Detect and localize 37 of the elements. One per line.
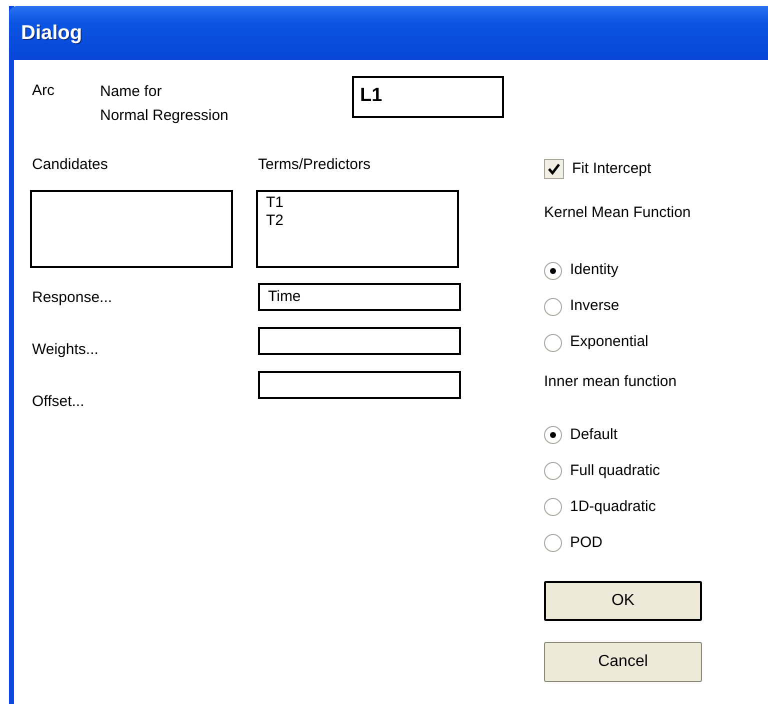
radio-label: POD [570,532,603,553]
app-label: Arc [32,81,56,101]
radio-button[interactable] [544,534,562,552]
radio-button[interactable] [544,298,562,316]
radio-button[interactable] [544,426,562,444]
radio-button[interactable] [544,462,562,480]
group-label: Inner mean function [544,372,678,392]
text-field[interactable]: Time [258,283,461,311]
radio-label: Exponential [570,332,648,352]
text-field[interactable] [258,327,461,355]
terms-label: Terms/Predictors [258,155,371,175]
group-label: Kernel Mean Function [544,203,692,223]
checkbox-label: Fit Intercept [572,158,652,179]
field-label: Response... [32,288,114,308]
radio-label: Identity [570,260,618,280]
radio-button[interactable] [544,262,562,280]
radio-label: Inverse [570,296,620,316]
list-item[interactable]: T1 [266,194,449,212]
candidates-label: Candidates [32,155,109,175]
text-field[interactable] [258,371,461,399]
check-icon [547,162,561,176]
candidates-list[interactable] [30,190,233,268]
checkbox[interactable] [544,159,564,179]
list-item[interactable]: T2 [266,212,449,230]
field-label: Offset... [32,392,86,412]
field-label: Weights... [32,340,100,360]
radio-button[interactable] [544,334,562,352]
terms-list[interactable]: T1 T2 [256,190,459,268]
radio-label: Full quadratic [570,460,660,481]
radio-button[interactable] [544,498,562,516]
radio-label: 1D-quadratic [570,496,656,517]
radio-label: Default [570,424,618,445]
window-title: Dialog [21,21,82,46]
name-field[interactable]: L1 [352,76,504,118]
dialog-button[interactable]: Cancel [544,642,702,682]
dialog-button[interactable]: OK [544,581,702,621]
name-label: Name for Normal Regression [100,82,230,126]
